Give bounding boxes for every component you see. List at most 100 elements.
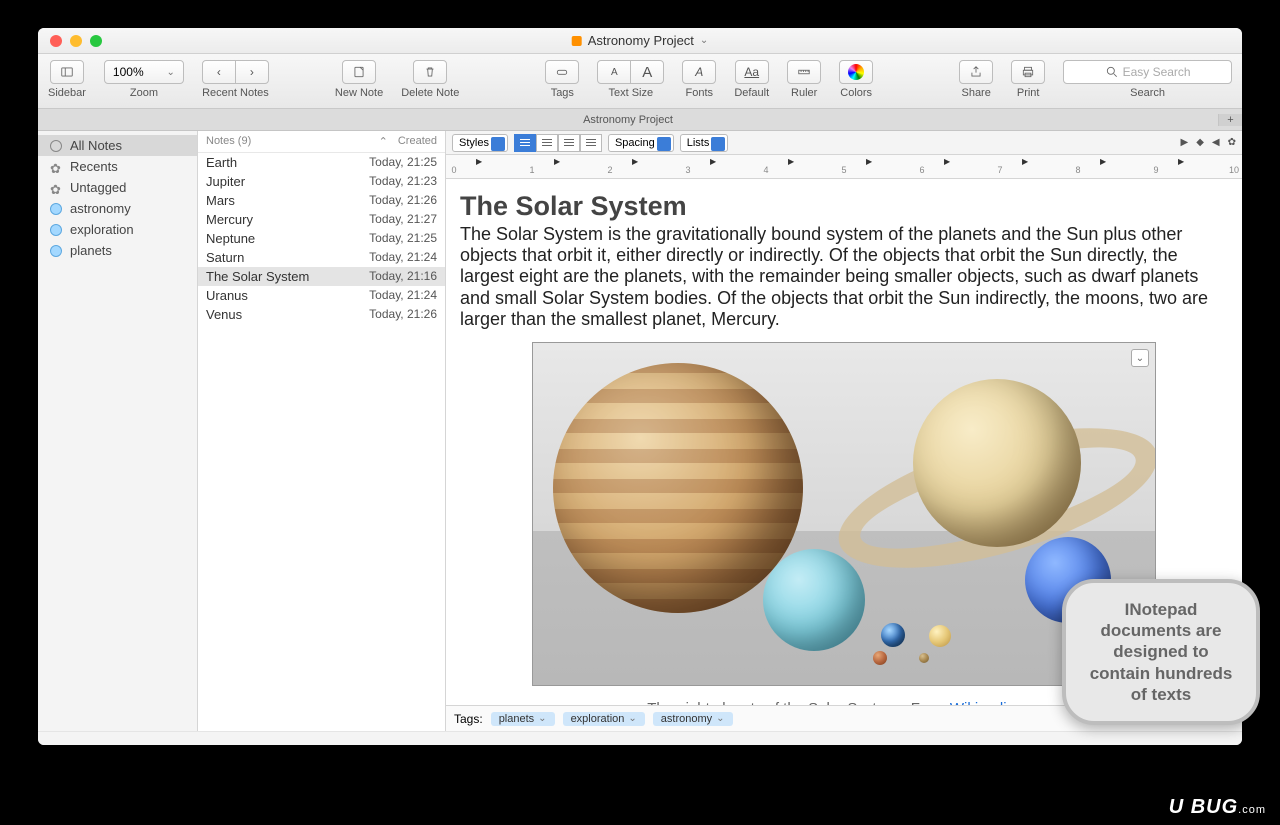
ruler-button[interactable]	[787, 60, 821, 84]
default-button[interactable]: Aa	[735, 60, 769, 84]
ruler-number: 2	[607, 165, 612, 175]
all-notes-icon	[50, 140, 62, 152]
note-row[interactable]: The Solar SystemToday, 21:16	[198, 267, 445, 286]
toolbar: Sidebar 100%⌄ Zoom ‹ › Recent Notes New …	[38, 54, 1242, 109]
note-row[interactable]: VenusToday, 21:26	[198, 305, 445, 324]
new-note-button[interactable]	[342, 60, 376, 84]
colors-button[interactable]	[839, 60, 873, 84]
sidebar-item-recents[interactable]: ✿Recents	[38, 156, 197, 177]
gear-icon: ✿	[50, 182, 62, 194]
callout-bubble: INotepad documents are designed to conta…	[1062, 579, 1260, 725]
window-title: Astronomy Project ⌄	[572, 33, 709, 48]
ruler-number: 8	[1075, 165, 1080, 175]
note-row[interactable]: EarthToday, 21:25	[198, 153, 445, 172]
ruler-tab-icon: ▶	[1178, 157, 1184, 166]
doc-body: The Solar System is the gravitationally …	[460, 224, 1228, 330]
text-larger-button[interactable]: A	[630, 60, 664, 84]
fonts-label: Fonts	[686, 87, 714, 99]
sidebar-item-exploration[interactable]: exploration	[38, 219, 197, 240]
fullscreen-icon[interactable]	[90, 35, 102, 47]
note-name: Uranus	[206, 288, 369, 303]
sidebar-item-label: Recents	[70, 159, 118, 174]
note-row[interactable]: UranusToday, 21:24	[198, 286, 445, 305]
ruler-tab-icon: ▶	[866, 157, 872, 166]
sidebar-item-label: exploration	[70, 222, 134, 237]
styles-select[interactable]: Styles	[452, 134, 508, 152]
zoom-select[interactable]: 100%⌄	[104, 60, 184, 84]
text-smaller-button[interactable]: A	[597, 60, 631, 84]
default-label: Default	[734, 87, 769, 99]
format-bar: Styles Spacing Lists ▶ ◆ ◀ ✿	[446, 131, 1242, 155]
saturn-icon	[913, 379, 1081, 547]
nav-play-icon[interactable]: ▶	[1181, 137, 1189, 148]
minimize-icon[interactable]	[70, 35, 82, 47]
colors-label: Colors	[840, 87, 872, 99]
search-placeholder: Easy Search	[1123, 65, 1191, 79]
fonts-button[interactable]: A	[682, 60, 716, 84]
nav-gear-icon[interactable]: ✿	[1228, 137, 1236, 148]
align-center-button[interactable]	[536, 134, 558, 152]
tab-astronomy[interactable]: Astronomy Project	[38, 114, 1218, 126]
earth-icon	[881, 623, 905, 647]
window-title-text: Astronomy Project	[588, 33, 694, 48]
note-row[interactable]: MarsToday, 21:26	[198, 191, 445, 210]
ruler-tab-icon: ▶	[1100, 157, 1106, 166]
tab-bar: Astronomy Project +	[38, 109, 1242, 131]
align-left-button[interactable]	[514, 134, 536, 152]
ruler-number: 4	[763, 165, 768, 175]
spacing-select[interactable]: Spacing	[608, 134, 674, 152]
chevron-down-icon[interactable]: ⌄	[700, 35, 708, 46]
ruler-number: 1	[529, 165, 534, 175]
notes-column-header[interactable]: Notes (9)	[206, 135, 379, 148]
note-row[interactable]: NeptuneToday, 21:25	[198, 229, 445, 248]
back-button[interactable]: ‹	[202, 60, 236, 84]
sidebar-item-all-notes[interactable]: All Notes	[38, 135, 197, 156]
new-note-label: New Note	[335, 87, 383, 99]
sidebar-item-label: astronomy	[70, 201, 131, 216]
share-button[interactable]	[959, 60, 993, 84]
nav-diamond-icon[interactable]: ◆	[1196, 137, 1204, 148]
watermark: U BUG.com	[1169, 796, 1266, 819]
search-input[interactable]: Easy Search	[1063, 60, 1232, 84]
nav-back-icon[interactable]: ◀	[1212, 137, 1220, 148]
sidebar-item-astronomy[interactable]: astronomy	[38, 198, 197, 219]
image-handle-icon[interactable]: ⌄	[1131, 349, 1149, 367]
sidebar-item-planets[interactable]: planets	[38, 240, 197, 261]
tags-label: Tags	[551, 87, 574, 99]
search-label: Search	[1063, 87, 1232, 99]
ruler-label: Ruler	[791, 87, 817, 99]
mercury-icon	[919, 653, 929, 663]
tag-chip[interactable]: exploration ⌄	[563, 712, 645, 726]
align-right-button[interactable]	[558, 134, 580, 152]
note-date: Today, 21:27	[369, 212, 437, 227]
print-button[interactable]	[1011, 60, 1045, 84]
ruler-number: 10	[1229, 165, 1239, 175]
new-tab-button[interactable]: +	[1218, 114, 1242, 126]
ruler[interactable]: 0▶1▶2▶3▶4▶5▶6▶7▶8▶9▶10	[446, 155, 1242, 179]
tags-button[interactable]	[545, 60, 579, 84]
sidebar-item-untagged[interactable]: ✿Untagged	[38, 177, 197, 198]
delete-note-button[interactable]	[413, 60, 447, 84]
created-column-header[interactable]: Created	[398, 135, 437, 148]
tag-chip[interactable]: astronomy ⌄	[653, 712, 733, 726]
ruler-tab-icon: ▶	[554, 157, 560, 166]
delete-note-label: Delete Note	[401, 87, 459, 99]
note-name: Saturn	[206, 250, 369, 265]
forward-button[interactable]: ›	[235, 60, 269, 84]
note-row[interactable]: JupiterToday, 21:23	[198, 172, 445, 191]
sidebar-toggle-button[interactable]	[50, 60, 84, 84]
close-icon[interactable]	[50, 35, 62, 47]
note-name: Mercury	[206, 212, 369, 227]
tag-chip[interactable]: planets ⌄	[491, 712, 555, 726]
lists-select[interactable]: Lists	[680, 134, 729, 152]
note-row[interactable]: MercuryToday, 21:27	[198, 210, 445, 229]
note-row[interactable]: SaturnToday, 21:24	[198, 248, 445, 267]
traffic-lights	[38, 35, 102, 47]
ruler-tab-icon: ▶	[710, 157, 716, 166]
ruler-tab-icon: ▶	[944, 157, 950, 166]
sidebar: All Notes✿Recents✿Untaggedastronomyexplo…	[38, 131, 198, 731]
note-list-header[interactable]: Notes (9) ⌃ Created	[198, 131, 445, 153]
titlebar: Astronomy Project ⌄	[38, 28, 1242, 54]
align-justify-button[interactable]	[580, 134, 602, 152]
ruler-tab-icon: ▶	[1022, 157, 1028, 166]
